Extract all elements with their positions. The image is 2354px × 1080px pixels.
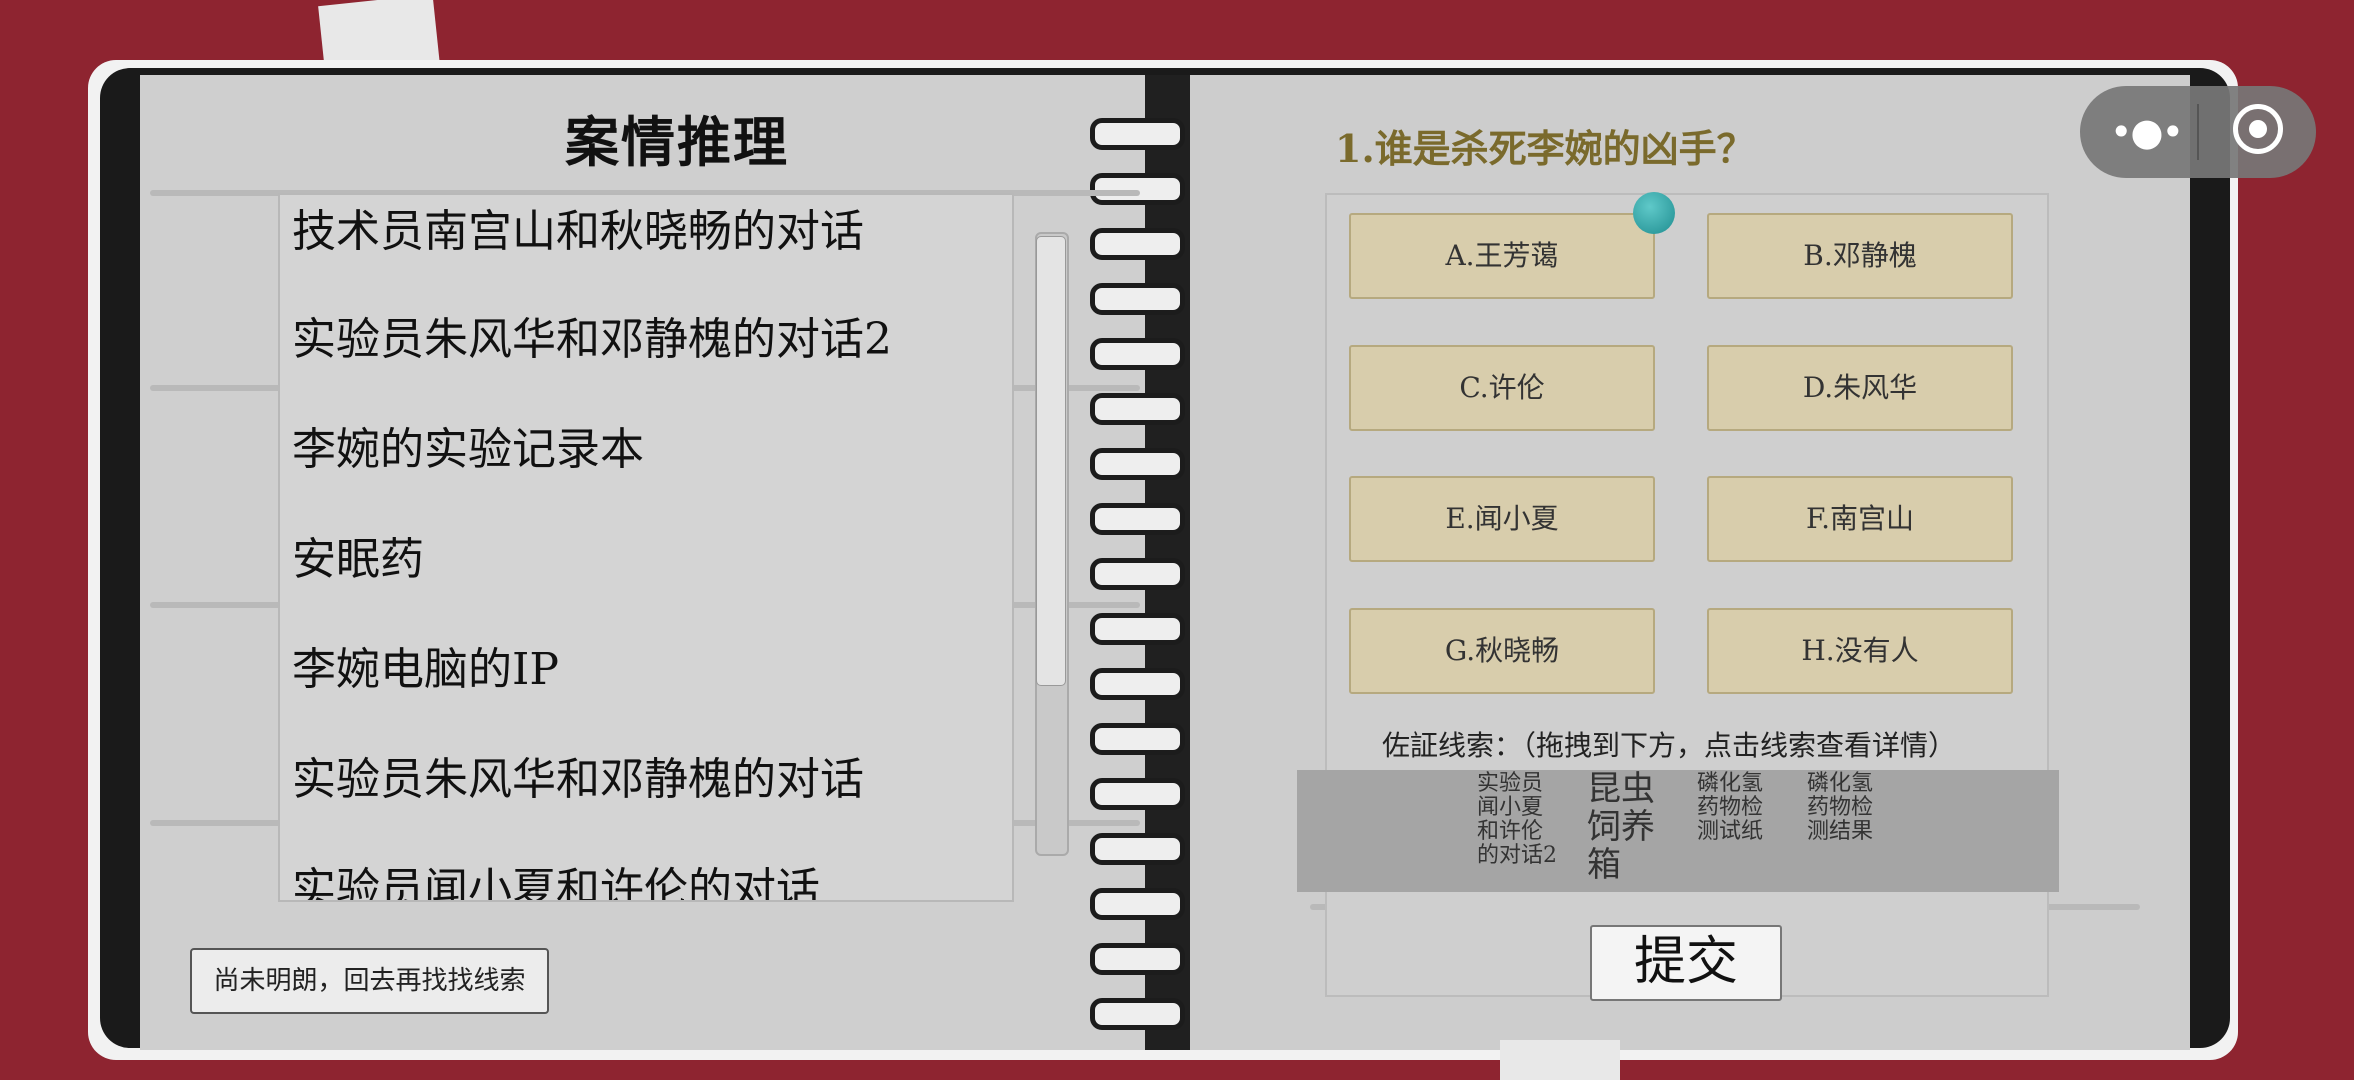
option-h-button[interactable]: H.没有人 (1707, 608, 2013, 694)
spiral-ring (1090, 118, 1185, 150)
clue-list-item[interactable]: 实验员闻小夏和许伦的对话 (292, 853, 820, 900)
option-b-button[interactable]: B.邓静槐 (1707, 213, 2013, 299)
spiral-ring (1090, 723, 1185, 755)
evidence-item[interactable]: 实验员闻小夏和许伦的对话2 (1477, 772, 1557, 868)
clue-list-item[interactable]: 技术员南宫山和秋晓畅的对话 (292, 195, 864, 259)
spiral-ring (1090, 283, 1185, 315)
spiral-ring (1090, 888, 1185, 920)
spiral-ring (1090, 393, 1185, 425)
spiral-ring (1090, 778, 1185, 810)
option-c-button[interactable]: C.许伦 (1349, 345, 1655, 431)
tape-bottom (1500, 1040, 1620, 1080)
option-d-button[interactable]: D.朱风华 (1707, 345, 2013, 431)
option-e-button[interactable]: E.闻小夏 (1349, 476, 1655, 562)
evidence-item[interactable]: 昆虫饲养箱 (1587, 770, 1661, 884)
pin-marker-icon (1633, 192, 1675, 234)
clue-list-item[interactable]: 李婉电脑的IP (292, 633, 559, 697)
page-title: 案情推理 (565, 110, 789, 174)
more-dots-icon[interactable]: •●• (2110, 110, 2184, 154)
evidence-item[interactable]: 磷化氢药物检测结果 (1807, 772, 1879, 844)
spiral-ring (1090, 613, 1185, 645)
spiral-ring (1090, 833, 1185, 865)
evidence-label: 佐証线索：（拖拽到下方，点击线索查看详情） (1382, 729, 1957, 762)
evidence-item[interactable]: 磷化氢药物检测试纸 (1697, 772, 1769, 844)
question-title: 1.谁是杀死李婉的凶手？ (1335, 126, 1755, 171)
clue-list-item[interactable]: 实验员朱风华和邓静槐的对话2 (292, 303, 892, 367)
spiral-ring (1090, 228, 1185, 260)
clue-list-item[interactable]: 李婉的实验记录本 (292, 413, 644, 477)
spiral-ring (1090, 943, 1185, 975)
clue-list-item[interactable]: 实验员朱风华和邓静槐的对话 (292, 743, 864, 807)
spiral-ring (1090, 338, 1185, 370)
evidence-drop-zone[interactable]: 实验员闻小夏和许伦的对话2 昆虫饲养箱 磷化氢药物检测试纸 磷化氢药物检测结果 (1297, 770, 2059, 892)
spiral-ring (1090, 998, 1185, 1030)
spiral-ring (1090, 558, 1185, 590)
spiral-ring (1090, 448, 1185, 480)
option-g-button[interactable]: G.秋晓畅 (1349, 608, 1655, 694)
target-close-icon[interactable] (2233, 104, 2283, 154)
submit-button[interactable]: 提交 (1590, 925, 1782, 1001)
spiral-ring (1090, 668, 1185, 700)
clue-list-item[interactable]: 安眠药 (292, 523, 424, 587)
option-a-button[interactable]: A.王芳蔼 (1349, 213, 1655, 299)
clue-list[interactable]: 技术员南宫山和秋晓畅的对话 实验员朱风华和邓静槐的对话2 李婉的实验记录本 安眠… (278, 193, 1014, 902)
scrollbar-thumb[interactable] (1036, 236, 1066, 686)
spiral-ring (1090, 173, 1185, 205)
capsule-divider (2197, 104, 2199, 160)
spiral-ring (1090, 503, 1185, 535)
option-f-button[interactable]: F.南宫山 (1707, 476, 2013, 562)
go-back-button[interactable]: 尚未明朗，回去再找找线索 (190, 948, 549, 1014)
